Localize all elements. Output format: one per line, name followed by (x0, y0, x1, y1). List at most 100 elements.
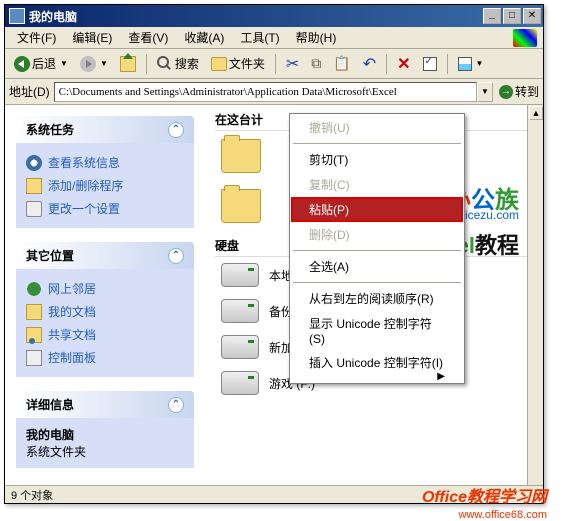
drive-icon (221, 299, 259, 323)
info-icon (26, 155, 42, 171)
back-arrow-icon (14, 56, 30, 72)
ctx-copy: 复制(C) (291, 172, 463, 197)
menu-help[interactable]: 帮助(H) (288, 27, 345, 48)
detail-name: 我的电脑 (26, 426, 184, 443)
go-label: 转到 (515, 83, 539, 100)
drive-icon (221, 371, 259, 395)
back-button[interactable]: 后退 ▼ (9, 52, 73, 76)
window-title: 我的电脑 (29, 8, 483, 25)
undo-icon: ↶ (363, 54, 376, 74)
delete-button[interactable]: ✕ (392, 52, 415, 76)
forward-arrow-icon (80, 56, 96, 72)
properties-button[interactable] (418, 52, 442, 76)
sidebar-item-sysinfo[interactable]: 查看系统信息 (26, 151, 184, 174)
submenu-arrow-icon: ▶ (437, 371, 445, 382)
menu-favorites[interactable]: 收藏(A) (176, 27, 232, 48)
sidebar-item-control[interactable]: 控制面板 (26, 346, 184, 369)
shared-icon (26, 327, 42, 343)
back-label: 后退 (32, 55, 56, 72)
sidebar-item-mydocs[interactable]: 我的文档 (26, 300, 184, 323)
copy-button[interactable]: ⧉ (306, 52, 326, 76)
paste-button[interactable]: 📋 (328, 52, 355, 76)
menu-file[interactable]: 文件(F) (9, 27, 64, 48)
ctx-cut[interactable]: 剪切(T) (291, 147, 463, 172)
panel-title: 详细信息 (26, 396, 74, 413)
cut-button[interactable]: ✂ (281, 52, 304, 76)
titlebar: 我的电脑 _ □ ✕ (5, 5, 543, 27)
system-tasks-header[interactable]: 系统任务 ⌃ (16, 116, 194, 143)
folders-label: 文件夹 (229, 55, 265, 72)
delete-icon: ✕ (397, 54, 410, 74)
address-path: C:\Documents and Settings\Administrator\… (59, 86, 397, 98)
scrollbar[interactable]: ▲ (527, 105, 543, 485)
separator (386, 54, 387, 74)
copy-icon: ⧉ (311, 55, 321, 72)
sidebar-item-shared[interactable]: 共享文档 (26, 323, 184, 346)
undo-button[interactable]: ↶ (358, 52, 381, 76)
up-button[interactable] (115, 52, 141, 76)
address-bar: 地址(D) C:\Documents and Settings\Administ… (5, 79, 543, 105)
chevron-down-icon: ▼ (60, 59, 68, 68)
forward-button[interactable]: ▼ (75, 52, 113, 76)
clipboard-icon: 📋 (333, 55, 350, 72)
separator (293, 282, 461, 283)
folder-icon (221, 139, 261, 173)
folder-icon (221, 189, 261, 223)
separator (447, 54, 448, 74)
close-button[interactable]: ✕ (523, 8, 541, 24)
menubar: 文件(F) 编辑(E) 查看(V) 收藏(A) 工具(T) 帮助(H) (5, 27, 543, 49)
properties-icon (423, 57, 437, 71)
collapse-icon: ⌃ (168, 248, 184, 264)
separator (293, 250, 461, 251)
search-button[interactable]: 搜索 (152, 52, 204, 76)
ctx-rtl[interactable]: 从右到左的阅读顺序(R) (291, 286, 463, 311)
other-places-panel: 其它位置 ⌃ 网上邻居 我的文档 共享文档 控制面板 (15, 241, 195, 378)
folders-icon (211, 57, 227, 71)
addremove-icon (26, 178, 42, 194)
sidebar-item-setting[interactable]: 更改一个设置 (26, 197, 184, 220)
other-places-header[interactable]: 其它位置 ⌃ (16, 242, 194, 269)
address-label: 地址(D) (9, 83, 50, 100)
separator (275, 54, 276, 74)
ctx-selectall[interactable]: 全选(A) (291, 254, 463, 279)
drive-icon (221, 335, 259, 359)
computer-icon (9, 8, 25, 24)
go-arrow-icon: → (499, 85, 513, 99)
ctx-delete: 删除(D) (291, 222, 463, 247)
control-panel-icon (26, 350, 42, 366)
ctx-show-unicode[interactable]: 显示 Unicode 控制字符(S) (291, 311, 463, 350)
views-icon (458, 57, 472, 71)
search-label: 搜索 (175, 55, 199, 72)
documents-icon (26, 304, 42, 320)
menu-view[interactable]: 查看(V) (120, 27, 176, 48)
explorer-window: 我的电脑 _ □ ✕ 文件(F) 编辑(E) 查看(V) 收藏(A) 工具(T)… (4, 4, 544, 504)
chevron-down-icon: ▼ (100, 59, 108, 68)
ctx-paste[interactable]: 粘贴(P) (291, 197, 463, 222)
scroll-up-button[interactable]: ▲ (529, 106, 543, 120)
detail-type: 系统文件夹 (26, 443, 184, 460)
address-input[interactable]: C:\Documents and Settings\Administrator\… (54, 82, 477, 102)
ctx-insert-unicode[interactable]: 插入 Unicode 控制字符(I)▶ (291, 350, 463, 375)
drive-icon (221, 263, 259, 287)
panel-title: 系统任务 (26, 121, 74, 138)
views-button[interactable]: ▼ (453, 52, 489, 76)
windows-logo-icon (513, 29, 537, 47)
details-header[interactable]: 详细信息 ⌃ (16, 391, 194, 418)
collapse-icon: ⌃ (168, 397, 184, 413)
menu-tools[interactable]: 工具(T) (232, 27, 287, 48)
go-button[interactable]: → 转到 (499, 83, 539, 100)
sidebar: 系统任务 ⌃ 查看系统信息 添加/删除程序 更改一个设置 其它位置 ⌃ 网上邻居… (5, 105, 205, 485)
address-dropdown[interactable]: ▼ (477, 82, 493, 102)
network-icon (26, 281, 42, 297)
separator (146, 54, 147, 74)
folders-button[interactable]: 文件夹 (206, 52, 270, 76)
sidebar-item-addremove[interactable]: 添加/删除程序 (26, 174, 184, 197)
menu-edit[interactable]: 编辑(E) (64, 27, 120, 48)
minimize-button[interactable]: _ (483, 8, 501, 24)
collapse-icon: ⌃ (168, 122, 184, 138)
separator (293, 143, 461, 144)
sidebar-item-network[interactable]: 网上邻居 (26, 277, 184, 300)
maximize-button[interactable]: □ (503, 8, 521, 24)
setting-icon (26, 201, 42, 217)
system-tasks-panel: 系统任务 ⌃ 查看系统信息 添加/删除程序 更改一个设置 (15, 115, 195, 229)
